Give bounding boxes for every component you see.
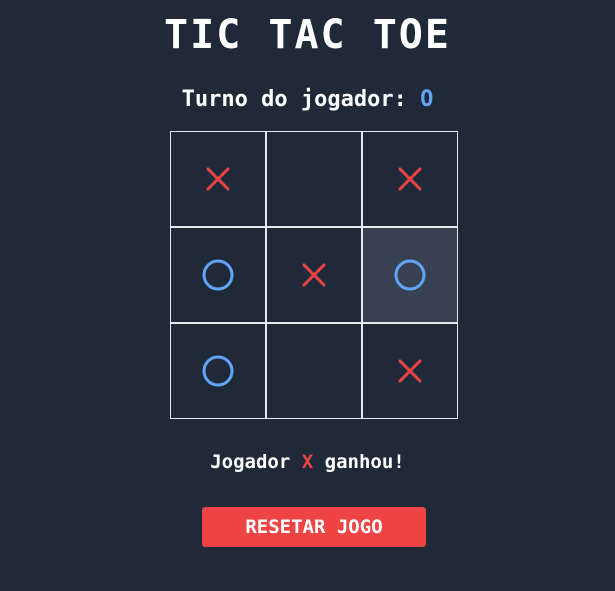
board-cell-4[interactable] <box>266 227 362 323</box>
o-mark-icon <box>202 355 234 387</box>
x-mark-icon <box>206 167 230 191</box>
board-cell-7[interactable] <box>266 323 362 419</box>
game-title: TIC TAC TOE <box>164 12 451 58</box>
status-prefix: Jogador <box>210 451 291 473</box>
o-mark-icon <box>394 259 426 291</box>
status-suffix: ganhou! <box>324 451 405 473</box>
board-cell-8[interactable] <box>362 323 458 419</box>
board-cell-0[interactable] <box>170 131 266 227</box>
o-mark-icon <box>202 259 234 291</box>
game-status: Jogador X ganhou! <box>0 449 615 475</box>
board-cell-2[interactable] <box>362 131 458 227</box>
board-cell-6[interactable] <box>170 323 266 419</box>
turn-player: O <box>420 87 434 112</box>
x-mark-icon <box>398 359 422 383</box>
board-cell-1[interactable] <box>266 131 362 227</box>
turn-indicator: Turno do jogador: O <box>0 86 615 114</box>
status-winner: X <box>301 451 314 473</box>
board-cell-3[interactable] <box>170 227 266 323</box>
x-mark-icon <box>398 167 422 191</box>
reset-game-button[interactable]: RESETAR JOGO <box>202 507 426 547</box>
turn-label: Turno do jogador: <box>181 87 407 112</box>
game-board <box>170 131 458 419</box>
x-mark-icon <box>302 263 326 287</box>
board-cell-5[interactable] <box>362 227 458 323</box>
